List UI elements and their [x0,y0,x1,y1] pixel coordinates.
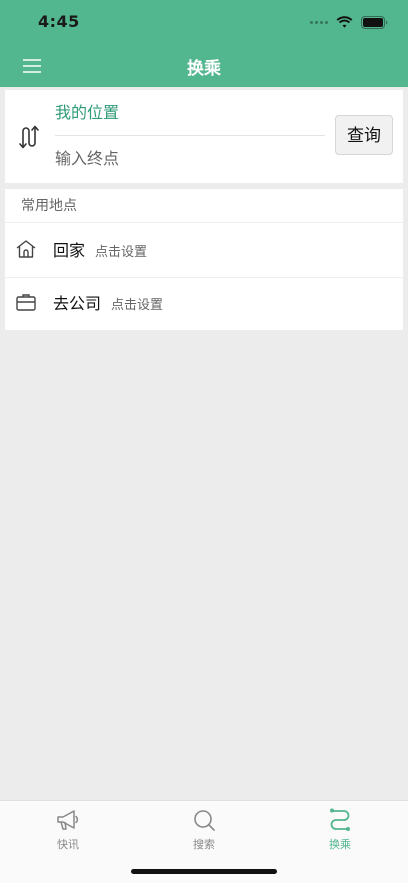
place-hint-home: 点击设置 [95,245,148,260]
place-row-home[interactable]: 回家 点击设置 [5,224,403,278]
destination-input[interactable]: 输入终点 [55,136,325,182]
search-icon [194,810,215,831]
status-bar: 4:45 [0,0,408,44]
tab-transfer[interactable]: 换乘 [272,805,408,855]
tab-label-news: 快讯 [57,838,79,851]
place-hint-work: 点击设置 [111,298,164,313]
favorite-places-card: 常用地点 回家 点击设置 去公司 点击设置 [5,189,403,330]
route-icon [330,808,350,831]
page-title: 换乘 [187,59,221,79]
tab-label-transfer: 换乘 [329,838,351,851]
status-icons [310,14,388,30]
query-button[interactable]: 查询 [335,115,393,155]
megaphone-icon [57,810,79,830]
place-name-work: 去公司 点击设置 [53,294,164,313]
tab-label-search: 搜索 [193,838,215,851]
route-search-card: 我的位置 输入终点 查询 [5,90,403,183]
place-name-home: 回家 点击设置 [53,241,148,260]
place-row-work[interactable]: 去公司 点击设置 [5,277,403,330]
tab-news[interactable]: 快讯 [0,805,136,855]
battery-icon [361,15,388,29]
cellular-signal-icon [310,20,328,24]
briefcase-icon [15,291,37,313]
favorite-places-header: 常用地点 [5,189,403,223]
origin-input[interactable]: 我的位置 [55,90,325,136]
home-icon [15,238,37,260]
wifi-icon [336,16,353,28]
status-time: 4:45 [38,12,80,31]
app-header: 4:45 换乘 [0,0,408,87]
nav-bar: 换乘 [0,44,408,87]
tab-search[interactable]: 搜索 [136,805,272,855]
swap-route-icon[interactable] [18,124,42,150]
home-indicator [131,869,277,874]
